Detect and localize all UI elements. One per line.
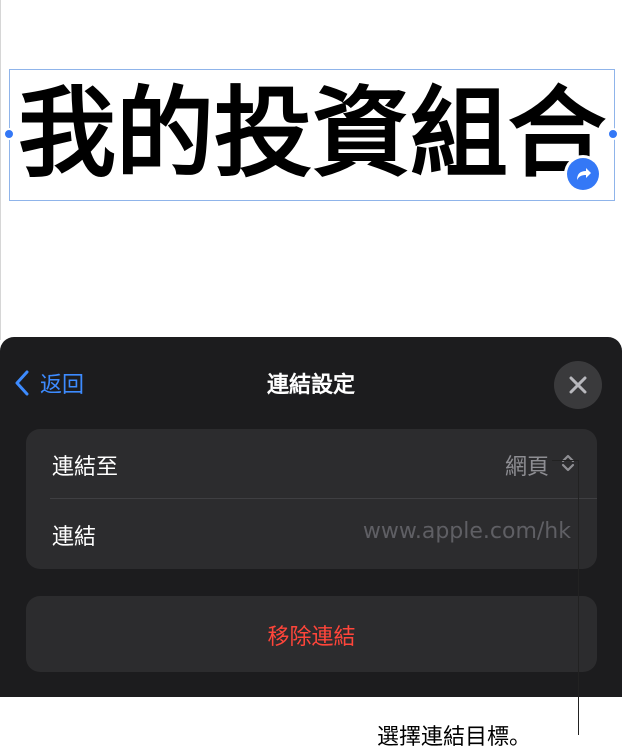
remove-link-button[interactable]: 移除連結: [26, 596, 597, 672]
selection-handle-right[interactable]: [607, 128, 619, 140]
link-settings-sheet: 返回 連結設定 連結至 網頁 連結 www.apple.com/hk 移除連結: [0, 337, 622, 697]
link-url-row[interactable]: 連結 www.apple.com/hk: [26, 499, 597, 569]
close-button[interactable]: [554, 361, 602, 409]
link-badge[interactable]: [564, 155, 602, 193]
selected-text-box[interactable]: 我的投資組合: [9, 69, 615, 201]
link-to-row[interactable]: 連結至 網頁: [26, 429, 597, 499]
chevron-up-down-icon: [561, 453, 575, 473]
link-settings-group: 連結至 網頁 連結 www.apple.com/hk: [26, 429, 597, 569]
callout-leader-line: [552, 460, 579, 461]
callout-text: 選擇連結目標。: [377, 725, 532, 750]
remove-link-label: 移除連結: [267, 625, 356, 650]
link-to-value: 網頁: [504, 455, 549, 480]
link-url-input[interactable]: www.apple.com/hk: [363, 519, 571, 544]
link-to-label: 連結至: [52, 455, 119, 480]
link-url-label: 連結: [52, 525, 97, 550]
link-arrow-icon: [567, 158, 599, 190]
callout-leader-line-vertical: [578, 460, 579, 735]
canvas-edge: [0, 0, 1, 340]
selection-handle-left[interactable]: [3, 128, 15, 140]
sheet-title: 連結設定: [266, 373, 355, 398]
canvas-title-text[interactable]: 我的投資組合: [10, 78, 614, 190]
